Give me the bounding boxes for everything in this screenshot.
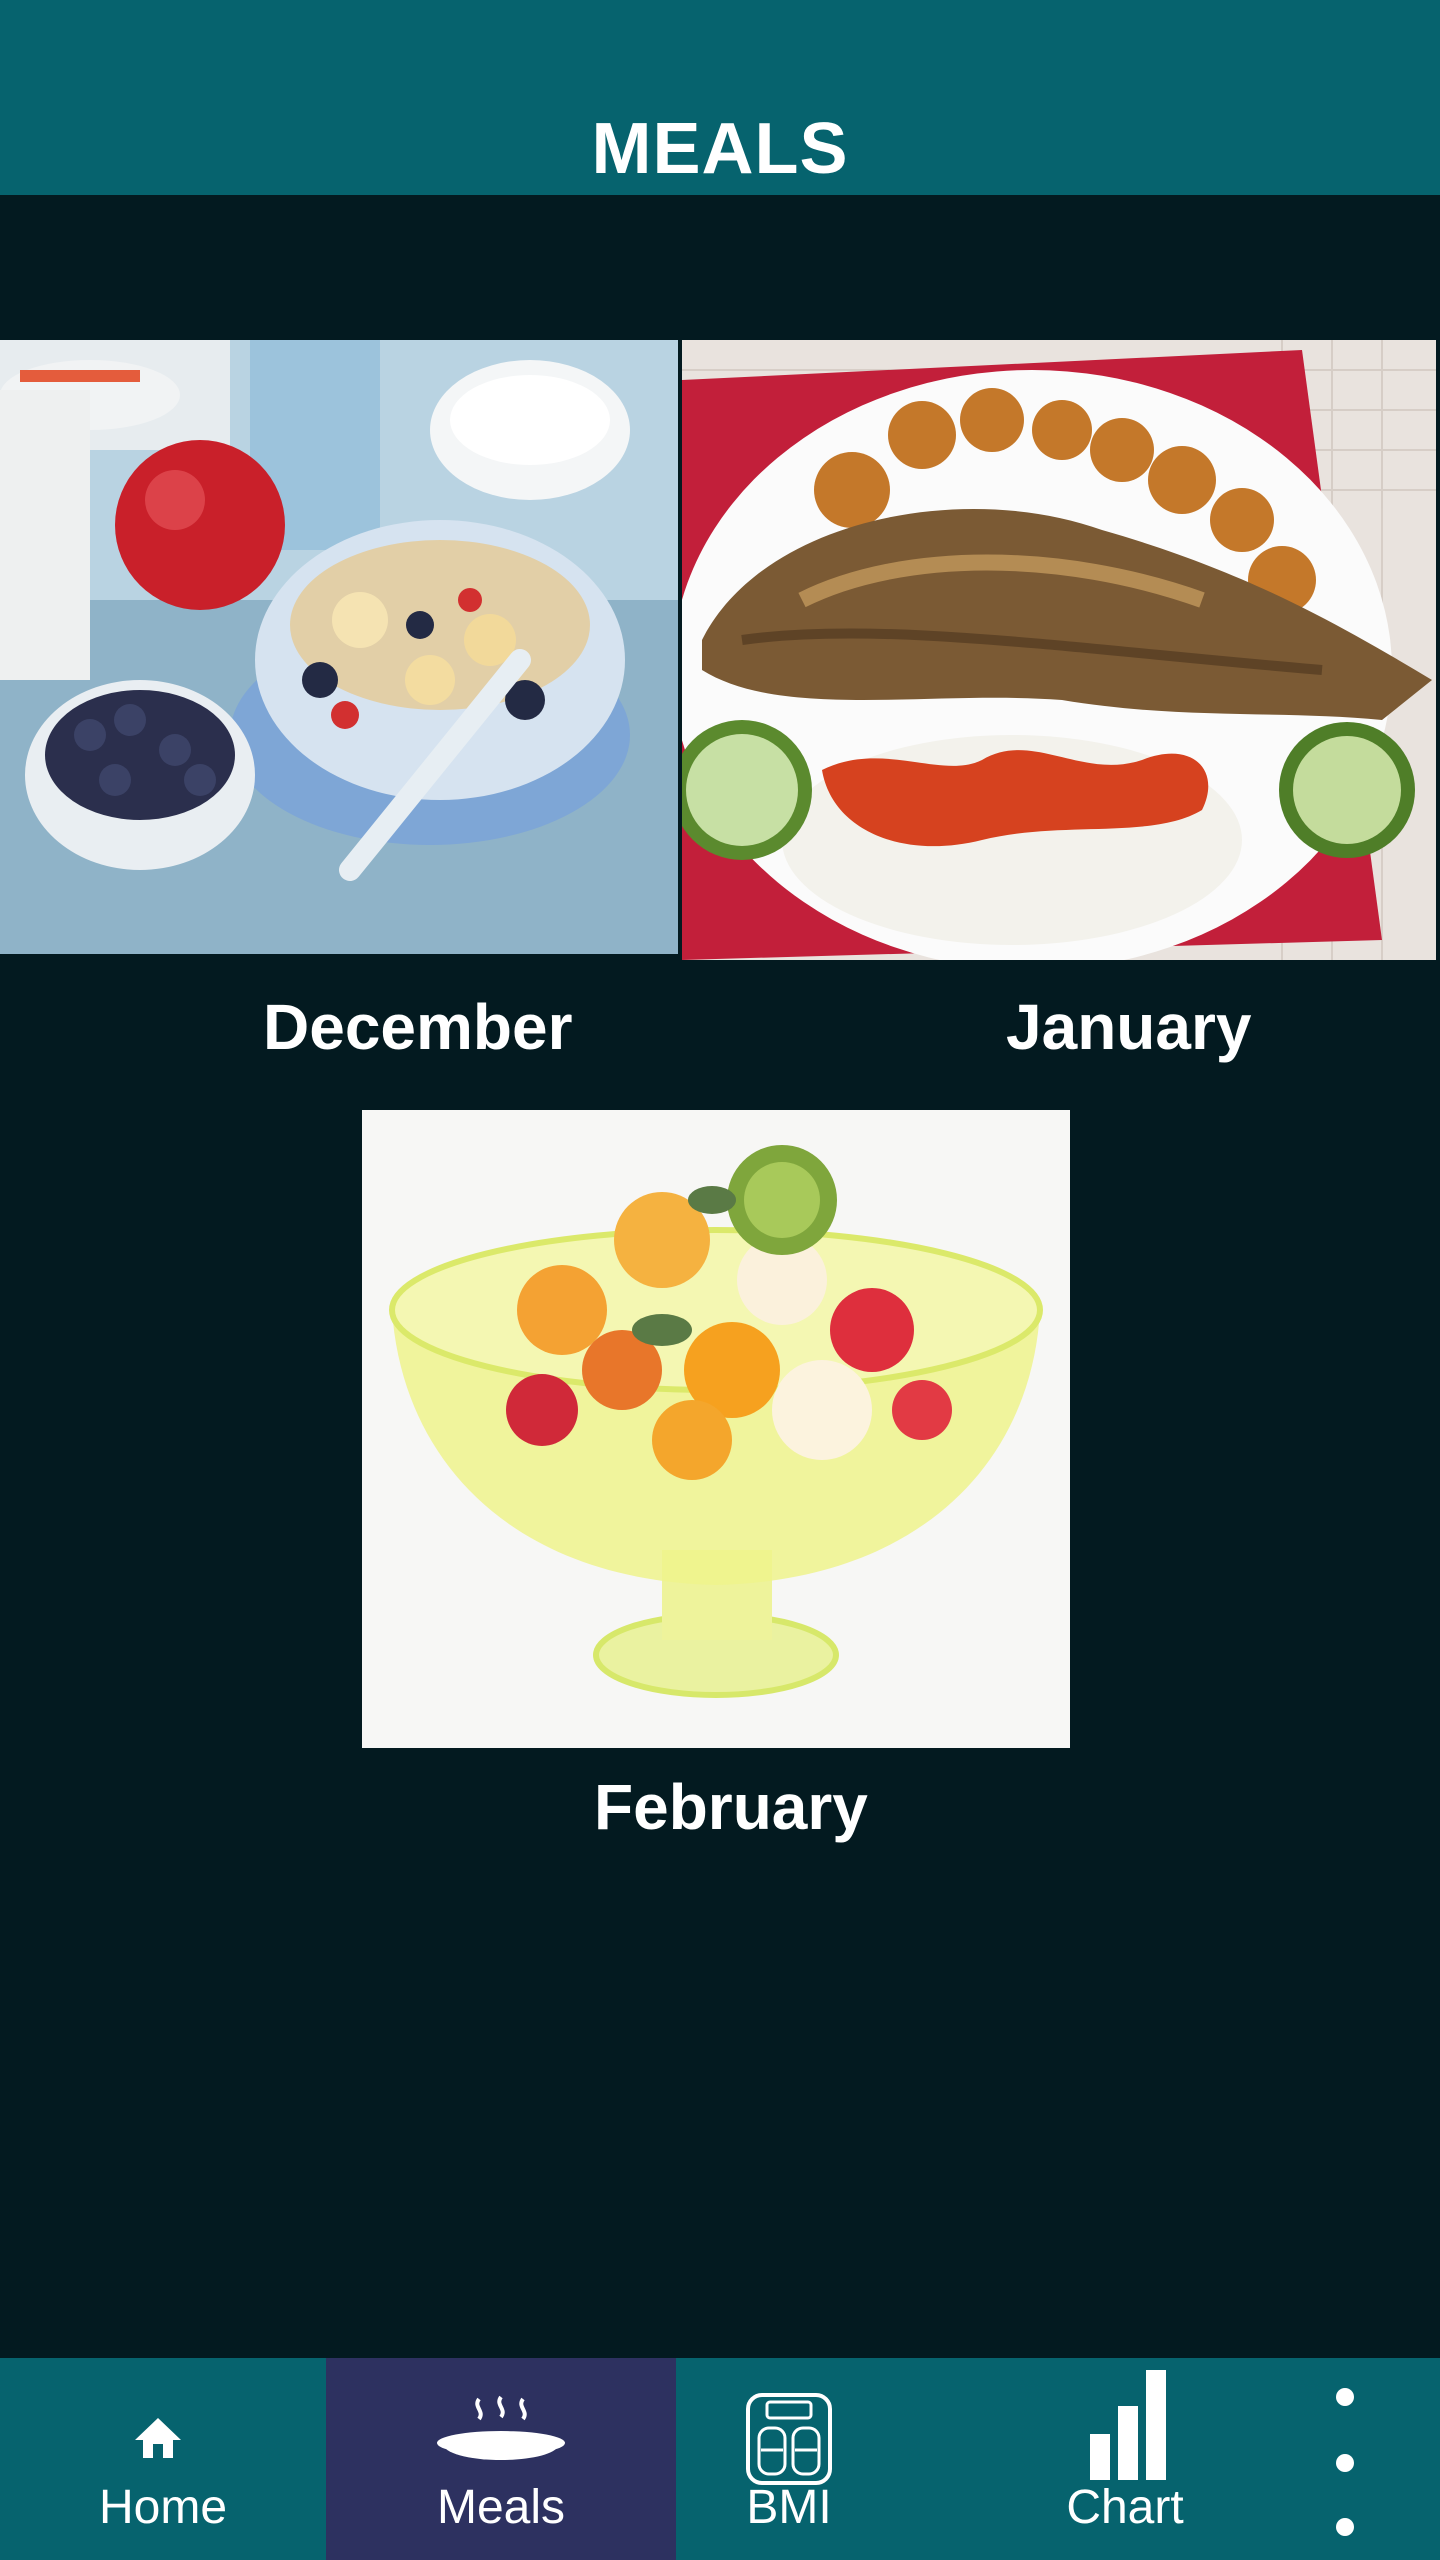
page-title: MEALS [591,109,849,189]
steaming-dish-icon [431,2393,571,2478]
home-icon [133,2416,183,2465]
meal-label-february: February [594,1771,868,1843]
dot [1336,2454,1354,2472]
breakfast-cereal-image[interactable] [0,340,678,954]
nav-chart[interactable]: Chart [1010,2358,1240,2560]
nav-home[interactable]: Home [0,2358,326,2560]
fruit-salad-image[interactable] [362,1110,1070,1748]
nav-meals[interactable]: Meals [326,2358,676,2560]
more-vertical-icon[interactable] [1310,2358,1380,2560]
bottom-navigation: Home Meals BMI Chart [0,2358,1440,2560]
meal-card-january[interactable]: January [682,340,1440,1075]
nav-home-label: Home [98,2481,228,2534]
nav-chart-label: Chart [1066,2481,1184,2534]
meal-card-december[interactable]: December [0,340,678,1075]
nav-bmi-label: BMI [746,2481,832,2534]
nav-bmi[interactable]: BMI [676,2358,902,2560]
dot [1336,2518,1354,2536]
app-header: MEALS [0,0,1440,195]
bar-chart-icon [1080,2366,1176,2487]
meal-label-january: January [1006,991,1252,1063]
grilled-fish-image[interactable] [682,340,1436,960]
meal-card-february[interactable]: February [362,1110,1072,1850]
meal-label-december: December [263,991,573,1063]
scale-icon [745,2392,833,2491]
nav-meals-label: Meals [436,2481,566,2534]
dot [1336,2388,1354,2406]
